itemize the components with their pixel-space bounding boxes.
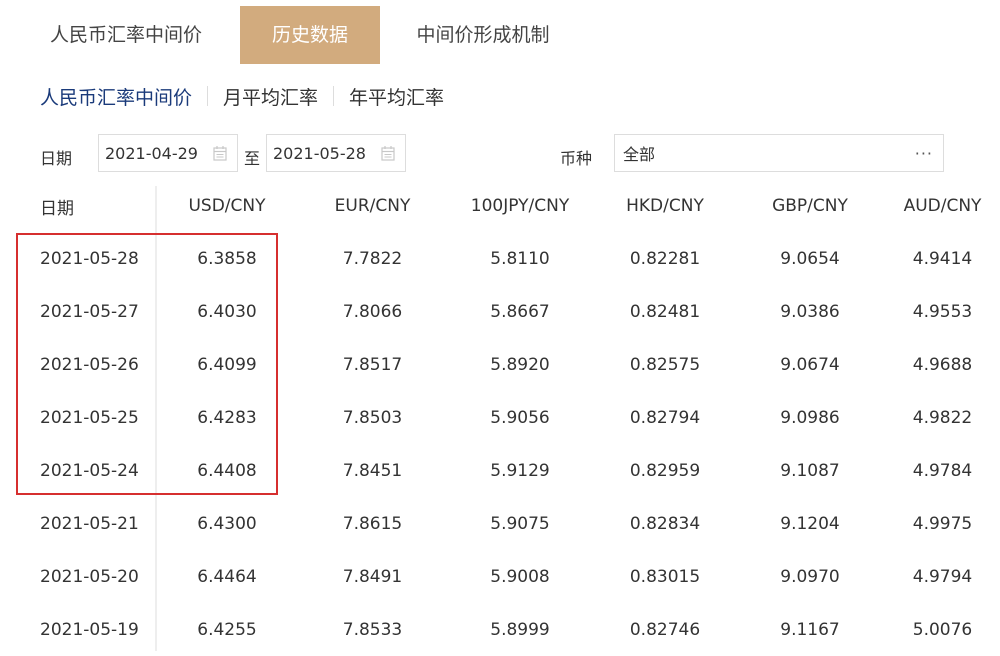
column-header-date: 日期 bbox=[40, 198, 74, 219]
cell-usd-cny: 6.4408 bbox=[197, 460, 257, 481]
currency-select[interactable]: 全部 ··· bbox=[614, 134, 944, 172]
cell-hkd-cny: 0.82834 bbox=[629, 513, 701, 534]
subtab-divider bbox=[333, 86, 335, 106]
cell-usd-cny: 6.4030 bbox=[197, 301, 257, 322]
tab-formation-mechanism[interactable]: 中间价形成机制 bbox=[396, 6, 570, 64]
cell-100jpy-cny: 5.8110 bbox=[490, 248, 550, 269]
subtab-divider bbox=[207, 86, 209, 106]
cell-hkd-cny: 0.82281 bbox=[629, 248, 701, 269]
top-tab-bar: 人民币汇率中间价 历史数据 中间价形成机制 bbox=[0, 6, 1000, 64]
cell-hkd-cny: 0.82959 bbox=[629, 460, 701, 481]
currency-filter-label: 币种 bbox=[560, 149, 593, 168]
cell-100jpy-cny: 5.9129 bbox=[490, 460, 550, 481]
start-date-value: 2021-04-29 bbox=[105, 143, 198, 163]
cell-eur-cny: 7.8491 bbox=[342, 566, 403, 587]
end-date-value: 2021-05-28 bbox=[273, 143, 366, 163]
column-header-hkd: HKD/CNY bbox=[626, 196, 704, 216]
cell-aud-cny: 4.9975 bbox=[912, 513, 973, 534]
table-row: 2021-05-21 6.4300 7.8615 5.9075 0.82834 9.120… bbox=[0, 497, 1000, 550]
cell-gbp-cny: 9.1087 bbox=[780, 460, 840, 481]
column-header-eur: EUR/CNY bbox=[334, 196, 411, 216]
cell-usd-cny: 6.4300 bbox=[197, 513, 257, 534]
cell-eur-cny: 7.7822 bbox=[342, 248, 403, 269]
table-row: 2021-05-25 6.4283 7.8503 5.9056 0.82794 9.098… bbox=[0, 391, 1000, 444]
cell-date: 2021-05-21 bbox=[40, 513, 139, 534]
cell-100jpy-cny: 5.9056 bbox=[490, 407, 550, 428]
column-header-aud: AUD/CNY bbox=[903, 196, 982, 216]
tab-rmb-central-parity[interactable]: 人民币汇率中间价 bbox=[28, 6, 224, 64]
cell-eur-cny: 7.8451 bbox=[342, 460, 403, 481]
cell-100jpy-cny: 5.9008 bbox=[490, 566, 550, 587]
cell-hkd-cny: 0.82794 bbox=[629, 407, 701, 428]
table-row: 2021-05-28 6.3858 7.7822 5.8110 0.82281 9.065… bbox=[0, 232, 1000, 285]
cell-usd-cny: 6.4464 bbox=[197, 566, 257, 587]
cell-hkd-cny: 0.82481 bbox=[629, 301, 701, 322]
calendar-icon bbox=[381, 146, 395, 161]
cell-eur-cny: 7.8533 bbox=[342, 619, 403, 640]
cell-100jpy-cny: 5.8920 bbox=[490, 354, 550, 375]
cell-100jpy-cny: 5.8999 bbox=[490, 619, 550, 640]
date-filter-label: 日期 bbox=[40, 149, 73, 168]
cell-eur-cny: 7.8517 bbox=[342, 354, 403, 375]
cell-hkd-cny: 0.83015 bbox=[629, 566, 701, 587]
table-row: 2021-05-27 6.4030 7.8066 5.8667 0.82481 9.038… bbox=[0, 285, 1000, 338]
table-row: 2021-05-24 6.4408 7.8451 5.9129 0.82959 9.108… bbox=[0, 444, 1000, 497]
cell-date: 2021-05-20 bbox=[40, 566, 139, 587]
tab-historical-data[interactable]: 历史数据 bbox=[240, 6, 380, 64]
sub-tab-bar: 人民币汇率中间价 月平均汇率 年平均汇率 bbox=[40, 82, 444, 110]
cell-aud-cny: 4.9822 bbox=[912, 407, 973, 428]
subtab-monthly-average[interactable]: 月平均汇率 bbox=[223, 83, 318, 110]
exchange-rate-table: 日期 USD/CNY EUR/CNY 100JPY/CNY HKD/CNY GB… bbox=[0, 180, 1000, 656]
start-date-input[interactable]: 2021-04-29 bbox=[98, 134, 238, 172]
column-header-gbp: GBP/CNY bbox=[772, 196, 848, 216]
cell-aud-cny: 4.9688 bbox=[912, 354, 973, 375]
more-options-icon: ··· bbox=[914, 144, 933, 163]
cell-date: 2021-05-26 bbox=[40, 354, 139, 375]
cell-eur-cny: 7.8503 bbox=[342, 407, 403, 428]
cell-hkd-cny: 0.82575 bbox=[629, 354, 701, 375]
cell-date: 2021-05-28 bbox=[40, 248, 139, 269]
end-date-input[interactable]: 2021-05-28 bbox=[266, 134, 406, 172]
cell-gbp-cny: 9.0986 bbox=[780, 407, 840, 428]
subtab-yearly-average[interactable]: 年平均汇率 bbox=[349, 83, 444, 110]
cell-usd-cny: 6.4099 bbox=[197, 354, 257, 375]
cell-eur-cny: 7.8615 bbox=[342, 513, 403, 534]
cell-gbp-cny: 9.0654 bbox=[780, 248, 840, 269]
cell-usd-cny: 6.3858 bbox=[197, 248, 257, 269]
cell-usd-cny: 6.4283 bbox=[197, 407, 257, 428]
cell-gbp-cny: 9.1204 bbox=[780, 513, 840, 534]
date-range-to-label: 至 bbox=[244, 149, 261, 168]
cell-date: 2021-05-27 bbox=[40, 301, 139, 322]
cell-gbp-cny: 9.0970 bbox=[780, 566, 840, 587]
cell-aud-cny: 4.9794 bbox=[912, 566, 973, 587]
cell-gbp-cny: 9.1167 bbox=[780, 619, 840, 640]
cell-100jpy-cny: 5.9075 bbox=[490, 513, 550, 534]
cell-aud-cny: 4.9553 bbox=[912, 301, 973, 322]
cell-aud-cny: 5.0076 bbox=[912, 619, 973, 640]
cell-aud-cny: 4.9784 bbox=[912, 460, 973, 481]
table-row: 2021-05-19 6.4255 7.8533 5.8999 0.82746 9.116… bbox=[0, 603, 1000, 656]
currency-select-value: 全部 bbox=[623, 145, 656, 164]
table-row: 2021-05-20 6.4464 7.8491 5.9008 0.83015 9.097… bbox=[0, 550, 1000, 603]
cell-date: 2021-05-25 bbox=[40, 407, 139, 428]
column-header-usd: USD/CNY bbox=[188, 196, 266, 216]
calendar-icon bbox=[213, 146, 227, 161]
cell-date: 2021-05-24 bbox=[40, 460, 139, 481]
cell-date: 2021-05-19 bbox=[40, 619, 139, 640]
cell-hkd-cny: 0.82746 bbox=[629, 619, 701, 640]
subtab-central-parity[interactable]: 人民币汇率中间价 bbox=[40, 83, 192, 110]
column-header-jpy: 100JPY/CNY bbox=[470, 196, 570, 216]
table-header-row: 日期 USD/CNY EUR/CNY 100JPY/CNY HKD/CNY GB… bbox=[0, 180, 1000, 232]
cell-eur-cny: 7.8066 bbox=[342, 301, 403, 322]
cell-aud-cny: 4.9414 bbox=[912, 248, 973, 269]
cell-gbp-cny: 9.0674 bbox=[780, 354, 840, 375]
cell-100jpy-cny: 5.8667 bbox=[490, 301, 550, 322]
cell-usd-cny: 6.4255 bbox=[197, 619, 257, 640]
cell-gbp-cny: 9.0386 bbox=[780, 301, 840, 322]
table-row: 2021-05-26 6.4099 7.8517 5.8920 0.82575 9.067… bbox=[0, 338, 1000, 391]
